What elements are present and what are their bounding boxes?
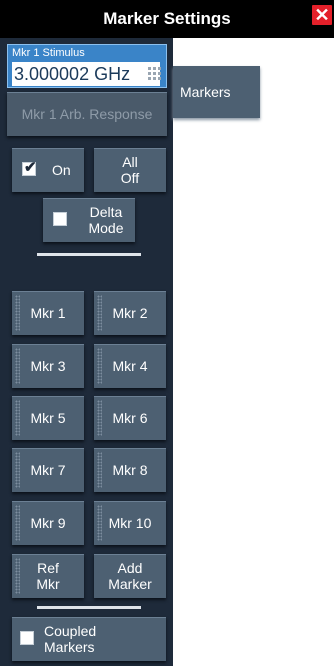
add-marker-button[interactable]: Add Marker: [94, 554, 166, 598]
tab-markers[interactable]: Markers: [173, 66, 260, 118]
grip-icon: [97, 452, 102, 488]
grip-icon: [15, 295, 20, 331]
grip-icon: [15, 505, 20, 541]
grip-icon: [97, 400, 102, 436]
dialog-title: Marker Settings: [103, 9, 231, 28]
grip-icon: [15, 348, 20, 384]
marker-button-4[interactable]: Mkr 4: [94, 344, 166, 388]
separator: [37, 606, 141, 609]
ref-mkr-button[interactable]: Ref Mkr: [12, 554, 84, 598]
marker-button-10[interactable]: Mkr 10: [94, 501, 166, 545]
grip-icon: [97, 295, 102, 331]
marker-button-6[interactable]: Mkr 6: [94, 396, 166, 440]
marker-label: Mkr 10: [108, 515, 152, 531]
marker-button-7[interactable]: Mkr 7: [12, 448, 84, 492]
marker-button-9[interactable]: Mkr 9: [12, 501, 84, 545]
grip-icon: [15, 400, 20, 436]
on-label: On: [52, 162, 71, 178]
grip-icon: [97, 505, 102, 541]
add-marker-line1: Add: [117, 560, 143, 576]
marker-label: Mkr 3: [30, 358, 66, 374]
coupled-line2: Markers: [44, 639, 95, 655]
keypad-icon[interactable]: [148, 67, 162, 81]
coupled-markers-checkbox[interactable]: [20, 631, 34, 645]
on-toggle[interactable]: ✔ On: [12, 148, 84, 192]
close-icon: ✕: [314, 5, 330, 25]
marker-button-2[interactable]: Mkr 2: [94, 291, 166, 335]
delta-mode-toggle[interactable]: Delta Mode: [43, 198, 135, 242]
add-marker-line2: Marker: [108, 576, 152, 592]
marker-label: Mkr 7: [30, 462, 66, 478]
marker-label: Mkr 5: [30, 410, 66, 426]
marker-label: Mkr 4: [112, 358, 148, 374]
ref-mkr-line1: Ref: [37, 560, 59, 576]
grip-icon: [15, 558, 20, 594]
marker-label: Mkr 8: [112, 462, 148, 478]
delta-mode-line2: Mode: [88, 220, 124, 236]
arb-response-label: Mkr 1 Arb. Response: [21, 106, 153, 122]
all-off-line1: All: [122, 154, 138, 170]
stimulus-input[interactable]: 3.000002 GHz: [12, 62, 160, 86]
close-button[interactable]: ✕: [312, 5, 332, 25]
delta-mode-checkbox[interactable]: [53, 212, 67, 226]
marker-button-1[interactable]: Mkr 1: [12, 291, 84, 335]
tab-markers-label: Markers: [180, 84, 231, 100]
separator: [37, 253, 141, 256]
grip-icon: [97, 348, 102, 384]
ref-mkr-line2: Mkr: [36, 576, 60, 592]
marker-button-3[interactable]: Mkr 3: [12, 344, 84, 388]
all-off-button[interactable]: All Off: [94, 148, 166, 192]
all-off-line2: Off: [120, 170, 140, 186]
delta-mode-line1: Delta: [89, 204, 123, 220]
check-icon: ✔: [24, 159, 37, 176]
marker-button-8[interactable]: Mkr 8: [94, 448, 166, 492]
stimulus-field[interactable]: Mkr 1 Stimulus 3.000002 GHz: [7, 44, 167, 88]
marker-label: Mkr 6: [112, 410, 148, 426]
marker-label: Mkr 2: [112, 305, 148, 321]
marker-button-5[interactable]: Mkr 5: [12, 396, 84, 440]
coupled-markers-toggle[interactable]: Coupled Markers: [12, 617, 166, 661]
on-checkbox[interactable]: ✔: [22, 159, 37, 176]
grip-icon: [15, 452, 20, 488]
coupled-line1: Coupled: [44, 623, 97, 639]
arb-response-button[interactable]: Mkr 1 Arb. Response: [7, 92, 167, 136]
marker-label: Mkr 1: [30, 305, 66, 321]
marker-label: Mkr 9: [30, 515, 66, 531]
stimulus-label: Mkr 1 Stimulus: [12, 47, 85, 59]
